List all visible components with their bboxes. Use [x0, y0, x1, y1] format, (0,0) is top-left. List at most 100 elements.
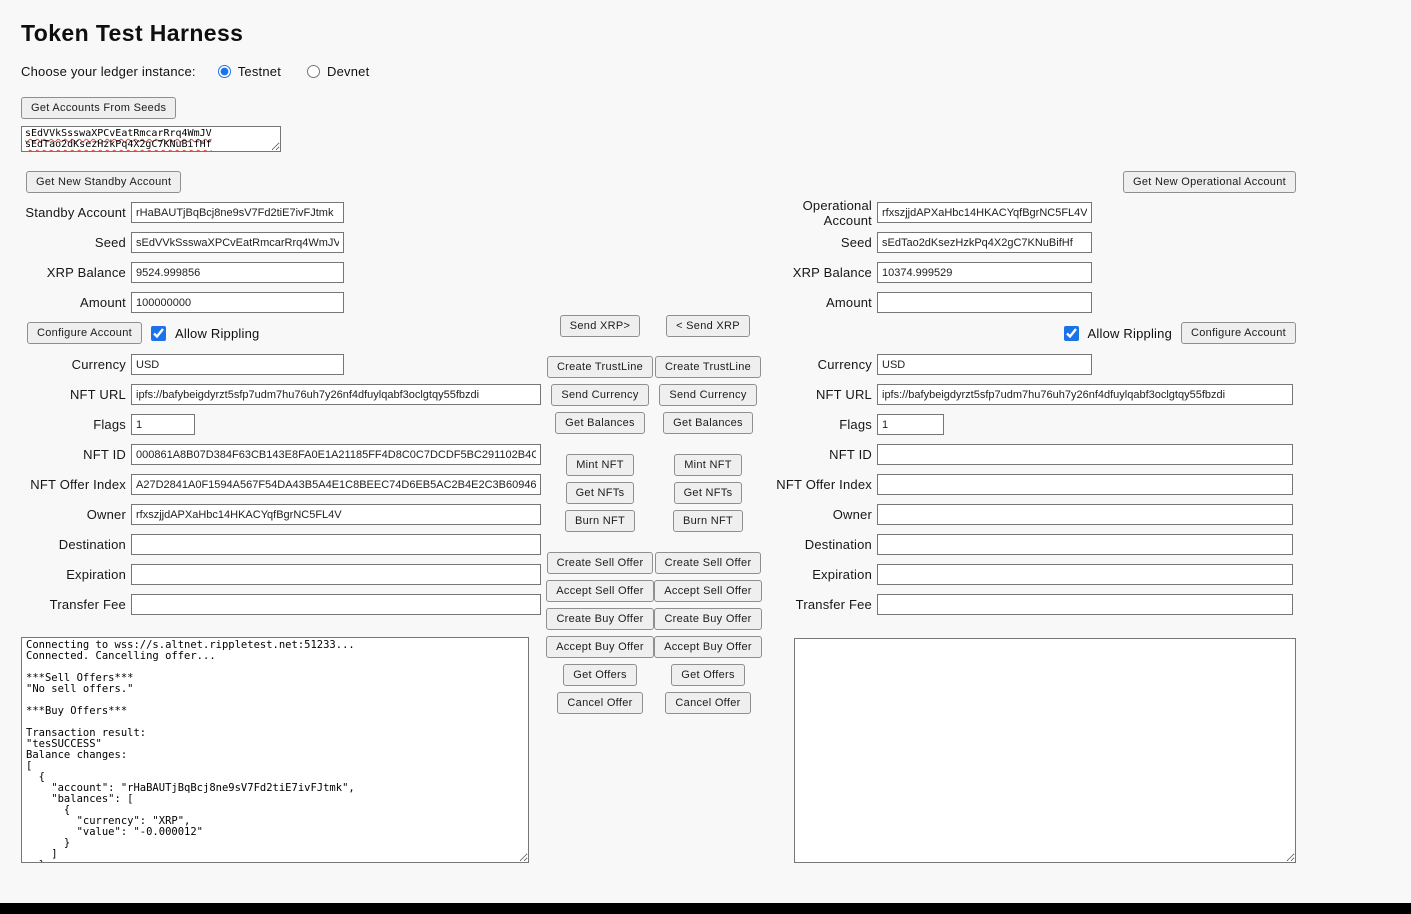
standby-currency-input[interactable]	[131, 354, 344, 375]
operational-create-trustline-button[interactable]: Create TrustLine	[655, 356, 761, 378]
operational-transfer-fee-input[interactable]	[877, 594, 1293, 615]
operational-allow-rippling-checkbox[interactable]	[1064, 326, 1079, 341]
standby-destination-input[interactable]	[131, 534, 541, 555]
standby-destination-row: Destination	[21, 534, 546, 555]
operational-account-input[interactable]	[877, 202, 1092, 223]
operational-xrp-balance-label: XRP Balance	[760, 265, 877, 280]
operational-owner-row: Owner	[760, 504, 1296, 525]
standby-create-buy-offer-button[interactable]: Create Buy Offer	[546, 608, 653, 630]
standby-account-input[interactable]	[131, 202, 344, 223]
operational-nft-offer-index-input[interactable]	[877, 474, 1293, 495]
operational-owner-label: Owner	[760, 507, 877, 522]
standby-amount-row: Amount	[21, 292, 546, 313]
standby-cancel-offer-button[interactable]: Cancel Offer	[557, 692, 642, 714]
operational-nft-id-input[interactable]	[877, 444, 1293, 465]
operational-accept-sell-offer-button[interactable]: Accept Sell Offer	[654, 580, 761, 602]
operational-transfer-fee-label: Transfer Fee	[760, 597, 877, 612]
operational-send-currency-button[interactable]: Send Currency	[659, 384, 756, 406]
standby-owner-row: Owner	[21, 504, 546, 525]
seeds-textarea[interactable]: sEdVVkSsswaXPCvEatRmcarRrq4WmJV sEdTao2d…	[21, 126, 281, 152]
standby-nft-id-row: NFT ID	[21, 444, 546, 465]
operational-get-nfts-button[interactable]: Get NFTs	[674, 482, 743, 504]
standby-flags-input[interactable]	[131, 414, 195, 435]
get-accounts-from-seeds-button[interactable]: Get Accounts From Seeds	[21, 97, 176, 119]
standby-create-trustline-button[interactable]: Create TrustLine	[547, 356, 653, 378]
standby-nft-id-input[interactable]	[131, 444, 541, 465]
get-new-standby-account-button[interactable]: Get New Standby Account	[26, 171, 181, 193]
operational-nft-url-row: NFT URL	[760, 384, 1296, 405]
standby-configure-account-button[interactable]: Configure Account	[27, 322, 142, 344]
standby-allow-rippling-checkbox[interactable]	[151, 326, 166, 341]
operational-get-balances-button[interactable]: Get Balances	[663, 412, 753, 434]
operational-xrp-balance-input[interactable]	[877, 262, 1092, 283]
standby-send-xrp-button[interactable]: Send XRP>	[560, 315, 641, 337]
operational-currency-input[interactable]	[877, 354, 1092, 375]
standby-destination-label: Destination	[21, 537, 131, 552]
operational-accept-buy-offer-button[interactable]: Accept Buy Offer	[654, 636, 762, 658]
standby-accept-buy-offer-button[interactable]: Accept Buy Offer	[546, 636, 654, 658]
standby-get-balances-button[interactable]: Get Balances	[555, 412, 645, 434]
operational-expiration-label: Expiration	[760, 567, 877, 582]
operational-expiration-input[interactable]	[877, 564, 1293, 585]
operational-results-textarea[interactable]	[794, 638, 1296, 863]
standby-currency-label: Currency	[21, 357, 131, 372]
testnet-radio[interactable]	[218, 65, 231, 78]
operational-create-sell-offer-button[interactable]: Create Sell Offer	[655, 552, 762, 574]
standby-nft-url-input[interactable]	[131, 384, 541, 405]
operational-seed-input[interactable]	[877, 232, 1092, 253]
standby-flags-row: Flags	[21, 414, 546, 435]
operational-allow-rippling-label: Allow Rippling	[1088, 326, 1172, 341]
standby-expiration-input[interactable]	[131, 564, 541, 585]
operational-owner-input[interactable]	[877, 504, 1293, 525]
standby-nft-offer-index-label: NFT Offer Index	[21, 477, 131, 492]
devnet-radio[interactable]	[307, 65, 320, 78]
standby-account-section: Get New Standby Account Standby Account …	[21, 171, 546, 624]
standby-xrp-balance-row: XRP Balance	[21, 262, 546, 283]
operational-currency-row: Currency	[760, 354, 1296, 375]
operational-actions-column: < Send XRP Create TrustLine Send Currenc…	[658, 315, 758, 714]
operational-flags-input[interactable]	[877, 414, 944, 435]
standby-get-offers-button[interactable]: Get Offers	[563, 664, 637, 686]
standby-seed-input[interactable]	[131, 232, 344, 253]
operational-expiration-row: Expiration	[760, 564, 1296, 585]
devnet-radio-option[interactable]: Devnet	[307, 64, 369, 79]
standby-accept-sell-offer-button[interactable]: Accept Sell Offer	[546, 580, 653, 602]
standby-xrp-balance-input[interactable]	[131, 262, 344, 283]
operational-nft-id-row: NFT ID	[760, 444, 1296, 465]
standby-expiration-label: Expiration	[21, 567, 131, 582]
operational-destination-input[interactable]	[877, 534, 1293, 555]
standby-nft-offer-index-input[interactable]	[131, 474, 541, 495]
operational-configure-account-button[interactable]: Configure Account	[1181, 322, 1296, 344]
standby-seed-row: Seed	[21, 232, 546, 253]
standby-amount-input[interactable]	[131, 292, 344, 313]
operational-amount-input[interactable]	[877, 292, 1092, 313]
operational-currency-label: Currency	[760, 357, 877, 372]
operational-destination-row: Destination	[760, 534, 1296, 555]
standby-burn-nft-button[interactable]: Burn NFT	[565, 510, 635, 532]
standby-nft-url-label: NFT URL	[21, 387, 131, 402]
standby-send-currency-button[interactable]: Send Currency	[551, 384, 648, 406]
standby-transfer-fee-input[interactable]	[131, 594, 541, 615]
operational-send-xrp-button[interactable]: < Send XRP	[666, 315, 750, 337]
standby-flags-label: Flags	[21, 417, 131, 432]
standby-get-nfts-button[interactable]: Get NFTs	[566, 482, 635, 504]
get-new-operational-account-button[interactable]: Get New Operational Account	[1123, 171, 1296, 193]
operational-flags-label: Flags	[760, 417, 877, 432]
standby-owner-input[interactable]	[131, 504, 541, 525]
standby-results-textarea[interactable]: Connecting to wss://s.altnet.rippletest.…	[21, 637, 529, 863]
testnet-radio-option[interactable]: Testnet	[218, 64, 281, 79]
operational-nft-offer-index-row: NFT Offer Index	[760, 474, 1296, 495]
operational-nft-url-input[interactable]	[877, 384, 1293, 405]
standby-create-sell-offer-button[interactable]: Create Sell Offer	[547, 552, 654, 574]
operational-transfer-fee-row: Transfer Fee	[760, 594, 1296, 615]
operational-get-offers-button[interactable]: Get Offers	[671, 664, 745, 686]
operational-create-buy-offer-button[interactable]: Create Buy Offer	[654, 608, 761, 630]
operational-destination-label: Destination	[760, 537, 877, 552]
testnet-label: Testnet	[238, 64, 281, 79]
operational-mint-nft-button[interactable]: Mint NFT	[674, 454, 742, 476]
operational-account-label: Operational Account	[760, 198, 877, 228]
operational-seed-row: Seed	[760, 232, 1296, 253]
operational-burn-nft-button[interactable]: Burn NFT	[673, 510, 743, 532]
operational-cancel-offer-button[interactable]: Cancel Offer	[665, 692, 750, 714]
standby-mint-nft-button[interactable]: Mint NFT	[566, 454, 634, 476]
